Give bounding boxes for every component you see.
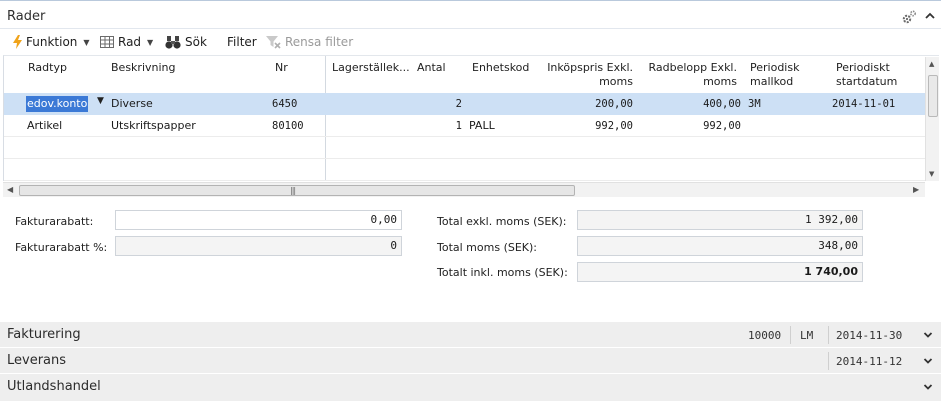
- cell-beskrivning[interactable]: Diverse: [111, 97, 153, 111]
- chevron-down-icon[interactable]: [923, 356, 933, 366]
- empty-row[interactable]: [4, 137, 925, 159]
- chevron-down-icon[interactable]: [923, 382, 933, 392]
- header-periodisk-line2: mallkod: [750, 75, 794, 88]
- section-utlandshandel[interactable]: Utlandshandel: [0, 374, 941, 402]
- radtyp-select-value[interactable]: edov.konto: [26, 96, 89, 112]
- chevron-down-icon: ▼: [83, 37, 90, 47]
- vertical-scrollbar[interactable]: ▲ ▼: [925, 57, 939, 181]
- scroll-down-icon[interactable]: ▼: [929, 170, 934, 178]
- table-row[interactable]: edov.konto ▼ Diverse 6450 2 200,00 400,0…: [4, 93, 925, 115]
- header-radtyp[interactable]: Radtyp: [28, 61, 67, 75]
- horizontal-scrollbar[interactable]: ◀ ||| ▶: [3, 182, 925, 197]
- cell-periodisk[interactable]: 3M: [748, 97, 761, 111]
- empty-row[interactable]: [4, 159, 925, 181]
- radtyp-select[interactable]: edov.konto ▼: [25, 95, 110, 113]
- binoculars-icon: [165, 35, 181, 49]
- filter-button[interactable]: Filter: [227, 34, 257, 50]
- totalt-inkl-field: 1 740,00: [577, 262, 863, 282]
- fakturarabatt-input[interactable]: 0,00: [115, 210, 402, 230]
- cell-enhetskod[interactable]: PALL: [469, 119, 495, 133]
- cell-radtyp[interactable]: Artikel: [27, 119, 62, 133]
- fakturarabatt-label: Fakturarabatt:: [15, 215, 94, 228]
- header-periodiskt-line1: Periodiskt: [836, 61, 890, 74]
- table-row[interactable]: Artikel Utskriftspapper 80100 1 PALL 992…: [4, 115, 925, 137]
- total-exkl-label: Total exkl. moms (SEK):: [437, 215, 567, 228]
- cell-nr[interactable]: 80100: [272, 119, 304, 133]
- grip-icon: |||: [290, 186, 296, 195]
- scroll-left-icon[interactable]: ◀: [7, 185, 13, 194]
- divider: [828, 326, 829, 344]
- section-summary-value: LM: [800, 329, 814, 342]
- header-inkopspris-line2: moms: [599, 75, 633, 88]
- header-beskrivning[interactable]: Beskrivning: [111, 61, 176, 75]
- divider: [790, 326, 791, 344]
- action-bar: Funktion ▼ Rad ▼ Sök Filter Rensa filter: [0, 30, 941, 54]
- header-periodisk-line1: Periodisk: [750, 61, 800, 74]
- fakturarabatt-pct-label: Fakturarabatt %:: [15, 241, 108, 254]
- settings-gear-icon[interactable]: [900, 9, 918, 25]
- rader-panel-header: Rader: [0, 0, 941, 29]
- section-leverans[interactable]: Leverans 2014-11-12: [0, 348, 941, 374]
- cell-antal[interactable]: 1: [424, 119, 462, 133]
- lines-grid: Radtyp Beskrivning Nr Lagerställek... An…: [3, 55, 939, 181]
- funktion-label: Funktion: [26, 35, 78, 49]
- header-radbelopp-line2: moms: [703, 75, 737, 88]
- header-periodisk-mallkod[interactable]: Periodisk mallkod: [750, 61, 799, 89]
- cell-radbelopp[interactable]: 400,00: [664, 97, 741, 111]
- clear-filter-icon: [266, 36, 281, 49]
- header-antal[interactable]: Antal: [417, 61, 446, 75]
- collapse-up-icon[interactable]: [924, 10, 936, 22]
- section-summary-value: 10000: [748, 329, 782, 342]
- header-periodiskt-line2: startdatum: [836, 75, 898, 88]
- cell-antal[interactable]: 2: [424, 97, 462, 111]
- total-exkl-field: 1 392,00: [577, 210, 863, 230]
- divider: [828, 352, 829, 370]
- totalt-inkl-label: Totalt inkl. moms (SEK):: [437, 266, 568, 279]
- total-moms-label: Total moms (SEK):: [437, 241, 538, 254]
- section-fakturering[interactable]: Fakturering 10000 LM 2014-11-30: [0, 322, 941, 348]
- scroll-up-icon[interactable]: ▲: [929, 60, 934, 68]
- rensa-filter-label: Rensa filter: [285, 35, 354, 49]
- sok-button[interactable]: Sök: [165, 34, 207, 50]
- funktion-menu-button[interactable]: Funktion ▼: [13, 34, 90, 50]
- header-lagerstalle[interactable]: Lagerställek...: [332, 61, 410, 75]
- grid-icon: [100, 36, 114, 48]
- section-summary-date: 2014-11-30: [836, 329, 903, 342]
- section-summary-date: 2014-11-12: [836, 355, 903, 368]
- filter-label: Filter: [227, 35, 257, 49]
- header-radbelopp[interactable]: Radbelopp Exkl. moms: [640, 61, 737, 89]
- header-periodiskt-startdatum[interactable]: Periodiskt startdatum: [836, 61, 897, 89]
- rensa-filter-button[interactable]: Rensa filter: [266, 34, 353, 50]
- chevron-down-icon: ▼: [147, 37, 154, 47]
- cell-startdatum[interactable]: 2014-11-01: [832, 97, 895, 111]
- header-inkopspris-line1: Inköpspris Exkl.: [547, 61, 633, 74]
- header-enhetskod[interactable]: Enhetskod: [472, 61, 529, 75]
- section-title: Utlandshandel: [7, 379, 101, 394]
- rad-menu-button[interactable]: Rad ▼: [100, 34, 153, 50]
- chevron-down-icon[interactable]: [923, 330, 933, 340]
- fakturarabatt-pct-field: 0: [115, 236, 402, 256]
- cell-beskrivning[interactable]: Utskriftspapper: [111, 119, 196, 133]
- section-title: Fakturering: [7, 327, 81, 342]
- vertical-scroll-thumb[interactable]: [928, 75, 938, 117]
- sok-label: Sök: [185, 35, 207, 49]
- header-nr[interactable]: Nr: [275, 61, 288, 75]
- horizontal-scroll-thumb[interactable]: |||: [19, 185, 575, 196]
- header-inkopspris[interactable]: Inköpspris Exkl. moms: [539, 61, 633, 89]
- cell-inkopspris[interactable]: 200,00: [564, 97, 633, 111]
- cell-inkopspris[interactable]: 992,00: [564, 119, 633, 133]
- panel-title: Rader: [7, 9, 46, 24]
- total-moms-field: 348,00: [577, 236, 863, 256]
- chevron-down-icon[interactable]: ▼: [97, 96, 104, 106]
- scroll-right-icon[interactable]: ▶: [913, 185, 919, 194]
- rad-label: Rad: [118, 35, 142, 49]
- section-title: Leverans: [7, 353, 67, 368]
- cell-nr[interactable]: 6450: [272, 97, 297, 111]
- lightning-icon: [13, 35, 22, 49]
- cell-radbelopp[interactable]: 992,00: [664, 119, 741, 133]
- header-radbelopp-line1: Radbelopp Exkl.: [648, 61, 737, 74]
